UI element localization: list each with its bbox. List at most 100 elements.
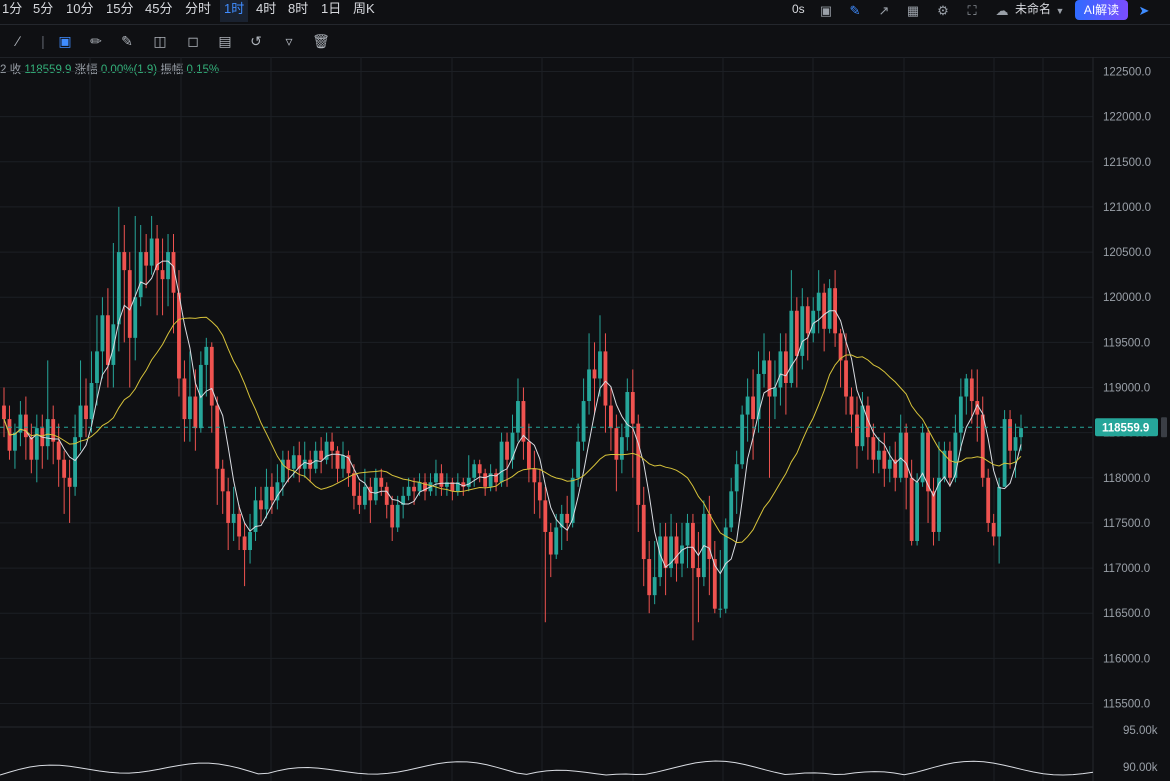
fullscreen-icon[interactable]: ⛶ (964, 3, 980, 19)
candle-body (395, 504, 400, 528)
candle-body (609, 405, 613, 429)
candle-body (570, 477, 575, 523)
y-tick-label: 115500.0 (1103, 699, 1150, 711)
candle-body (352, 473, 356, 496)
brush-icon[interactable]: ✎ (117, 31, 137, 51)
candle-body (773, 387, 777, 397)
share-icon[interactable]: ➤ (1136, 3, 1152, 19)
candle-body (439, 473, 444, 487)
candle-body (138, 252, 143, 298)
candle-body (526, 441, 531, 469)
note-icon[interactable]: ▤ (215, 31, 235, 51)
interval-5m[interactable]: 5分 (31, 0, 55, 22)
candle-body (187, 396, 192, 420)
candle-body (822, 292, 827, 329)
last-price-label: 118559.9 (1102, 423, 1149, 435)
ruler-icon[interactable]: ✏ (86, 31, 106, 51)
popout-icon[interactable]: ↗ (876, 3, 892, 19)
candle-body (734, 464, 739, 492)
square-tool-icon[interactable]: ◻ (183, 31, 203, 51)
y-tick-label: 120000.0 (1103, 292, 1151, 304)
candle-body (865, 405, 870, 438)
candle-body (576, 441, 581, 478)
toolbar-divider: | (41, 33, 45, 49)
candle-body (953, 432, 958, 478)
candle-body (882, 450, 887, 469)
candle-body (997, 486, 1002, 537)
candle-body (729, 491, 734, 528)
candle-body (598, 351, 602, 379)
candle-body (554, 527, 559, 555)
candle-body (242, 536, 247, 551)
candle-body (767, 360, 772, 397)
candle-body (472, 464, 477, 478)
candle-body (193, 396, 198, 429)
drawing-toolbar: ∕ | ▣ ✏ ✎ ◫ ◻ ▤ ↺ ▿ 🗑 (0, 25, 1170, 58)
candle-body (745, 396, 750, 415)
candle-body (969, 378, 974, 402)
trash-icon[interactable]: 🗑 (311, 31, 331, 51)
candle-body (816, 292, 821, 311)
ai-interpret-button[interactable]: AI解读 (1075, 0, 1128, 20)
interval-4h[interactable]: 4时 (254, 0, 278, 22)
candle-body (636, 423, 641, 505)
select-icon[interactable]: ▣ (55, 31, 75, 51)
candle-body (204, 346, 209, 365)
interval-45m[interactable]: 45分 (143, 0, 174, 22)
candle-body (384, 486, 389, 505)
interval-10m[interactable]: 10分 (64, 0, 95, 22)
candle-body (619, 437, 624, 460)
candle-body (680, 545, 684, 564)
candle-body (270, 486, 274, 501)
candle-body (144, 252, 149, 266)
volume-tick-label: 90.00k (1123, 762, 1158, 774)
candle-body (330, 441, 334, 451)
candle-body (62, 459, 67, 478)
volume-line (0, 760, 1094, 776)
candle-style-icon[interactable]: ◫ (150, 31, 170, 51)
candle-body (379, 477, 384, 487)
line-tool-icon[interactable]: ∕ (8, 31, 28, 51)
candle-body (29, 437, 34, 460)
interval-timeshare[interactable]: 分时 (183, 0, 213, 22)
candle-body (505, 441, 509, 460)
candle-body (587, 369, 591, 402)
candle-body (548, 531, 553, 555)
candle-body (871, 437, 876, 460)
candle-body (116, 252, 121, 325)
settings-icon[interactable]: ⚙ (935, 3, 951, 19)
interval-15m[interactable]: 15分 (104, 0, 135, 22)
candle-body (499, 441, 504, 483)
candle-body (390, 504, 395, 528)
chevron-down-icon[interactable]: ▼ (1052, 3, 1068, 19)
candle-body (740, 414, 745, 465)
candle-body (827, 288, 832, 329)
interval-1m[interactable]: 1分 (0, 0, 24, 22)
candle-body (73, 437, 77, 487)
candle-body (417, 482, 422, 492)
candle-body (34, 428, 39, 460)
cloud-icon[interactable]: ☁ (994, 3, 1010, 19)
candle-body (182, 378, 187, 420)
candle-body (964, 378, 969, 397)
magnet-icon[interactable]: ↺ (246, 31, 266, 51)
candle-body (751, 396, 755, 420)
candlestick-chart[interactable]: 122500.0 122000.0 121500.0 121000.0 120500.0… (0, 57, 1170, 781)
interval-1h[interactable]: 1时 (220, 0, 249, 22)
candle-body (641, 504, 646, 560)
interval-1w[interactable]: 周K (351, 0, 377, 22)
camera-icon[interactable]: ▣ (818, 3, 834, 19)
save-icon[interactable]: ▦ (905, 3, 921, 19)
candle-body (876, 450, 881, 460)
interval-1d[interactable]: 1日 (319, 0, 343, 22)
interval-bar: 1分 5分 10分 15分 45分 分时 1时 4时 8时 1日 周K 0s ▣… (0, 0, 1170, 25)
candle-body (543, 500, 548, 532)
candle-body (89, 382, 94, 420)
candle-body (466, 477, 471, 487)
filter-icon[interactable]: ▿ (279, 31, 299, 51)
candle-body (434, 473, 438, 483)
layout-name[interactable]: 未命名 (1015, 0, 1051, 22)
candle-body (133, 297, 138, 338)
interval-8h[interactable]: 8时 (286, 0, 310, 22)
draw-icon[interactable]: ✎ (847, 3, 863, 19)
